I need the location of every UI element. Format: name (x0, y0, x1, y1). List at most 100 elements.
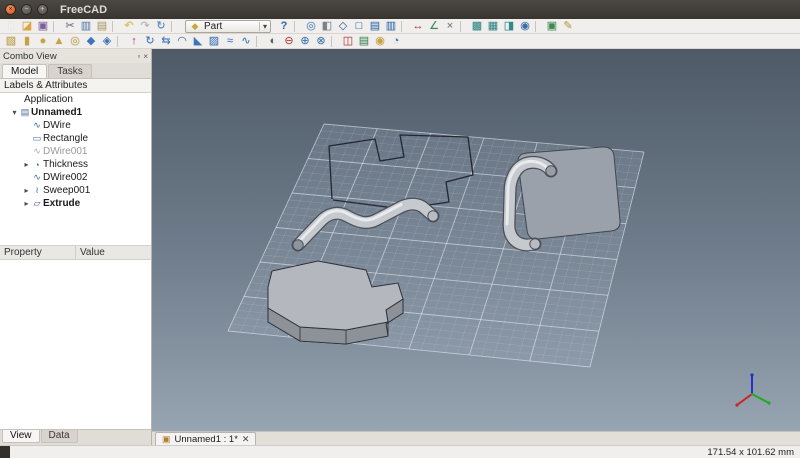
box-icon[interactable]: ▧ (3, 35, 19, 48)
window-maximize-button[interactable]: + (37, 4, 48, 15)
freecad-window: × − + FreeCAD ▯◪▣✂▥▤↶↷↻ ◆ Part ▾ ?◎◧◇□▤▥… (0, 0, 800, 458)
revolve-icon[interactable]: ↻ (142, 35, 158, 48)
tree-item-label: Unnamed1 (31, 107, 82, 118)
property-table-body[interactable] (0, 260, 151, 430)
tree-item-icon: ∿ (31, 172, 43, 183)
scene-inspector-icon[interactable]: ▦ (485, 20, 501, 33)
top-view-icon[interactable]: ▤ (367, 20, 383, 33)
titlebar: × − + FreeCAD (0, 0, 800, 19)
tree-expander-icon[interactable]: ▸ (22, 186, 31, 195)
tab-view[interactable]: View (2, 430, 40, 443)
tab-data[interactable]: Data (41, 430, 78, 443)
cut-icon[interactable]: ✂ (62, 20, 78, 33)
tree-item-icon: ▤ (19, 107, 31, 118)
edit-parameters-icon[interactable]: ✎ (560, 20, 576, 33)
tree-item-label: DWire001 (43, 146, 87, 157)
3d-viewport[interactable] (152, 49, 800, 431)
tree-item[interactable]: ▾ ▤ Unnamed1 (0, 106, 151, 119)
undo-icon[interactable]: ↶ (121, 20, 137, 33)
panel-close-icon[interactable]: × (143, 52, 148, 61)
primitives-icon[interactable]: ◆ (83, 35, 99, 48)
right-view-icon[interactable]: ▥ (383, 20, 399, 33)
open-file-icon[interactable]: ◪ (19, 20, 35, 33)
extrude-icon[interactable]: ↑ (126, 35, 142, 48)
redo-icon[interactable]: ↷ (137, 20, 153, 33)
cone-icon[interactable]: ▲ (51, 35, 67, 48)
document-tab[interactable]: ▣ Unnamed1 : 1* ✕ (155, 432, 256, 445)
sweep-icon[interactable]: ∿ (238, 35, 254, 48)
measure-linear-icon[interactable]: ↔ (410, 20, 426, 33)
tree-item[interactable]: ∿ DWire (0, 119, 151, 132)
tree-item[interactable]: ▸ ▱ Extrude (0, 197, 151, 210)
separator (256, 36, 262, 47)
tree-expander-icon[interactable]: ▸ (22, 160, 31, 169)
tree-item-icon: ▱ (31, 198, 43, 209)
separator (171, 21, 177, 32)
cylinder-icon[interactable]: ▮ (19, 35, 35, 48)
tree-expander-icon[interactable]: ▾ (10, 108, 19, 117)
boolean-common-icon[interactable]: ⊗ (313, 35, 329, 48)
view-data-tabs: View Data (0, 430, 151, 445)
front-view-icon[interactable]: □ (351, 20, 367, 33)
window-close-button[interactable]: × (5, 4, 16, 15)
torus-icon[interactable]: ◎ (67, 35, 83, 48)
tab-model[interactable]: Model (2, 64, 47, 78)
value-column-header[interactable]: Value (76, 246, 151, 259)
isometric-view-icon[interactable]: ◇ (335, 20, 351, 33)
3d-scene[interactable] (152, 49, 800, 431)
save-icon[interactable]: ▣ (35, 20, 51, 33)
stereo-icon[interactable]: ◉ (517, 20, 533, 33)
shape-builder-icon[interactable]: ◈ (99, 35, 115, 48)
refresh-icon[interactable]: ↻ (153, 20, 169, 33)
tab-tasks[interactable]: Tasks (48, 64, 92, 78)
whats-this-icon[interactable]: ? (276, 20, 292, 33)
mirror-icon[interactable]: ⇆ (158, 35, 174, 48)
tree-item-label: DWire (43, 120, 71, 131)
window-minimize-button[interactable]: − (21, 4, 32, 15)
save-image-icon[interactable]: ▣ (544, 20, 560, 33)
texture-icon[interactable]: ▩ (469, 20, 485, 33)
chamfer-icon[interactable]: ◣ (190, 35, 206, 48)
tree-item[interactable]: ▸ ◔ Thickness (0, 158, 151, 171)
clear-measurement-icon[interactable]: × (442, 20, 458, 33)
tree-item-icon: ▭ (31, 133, 43, 144)
thickness-icon[interactable]: ◔ (388, 35, 404, 48)
document-tab-close-icon[interactable]: ✕ (242, 434, 250, 445)
combo-view-tabs: Model Tasks (0, 63, 151, 79)
tree-item[interactable]: Application (0, 93, 151, 106)
tree-expander-icon[interactable]: ▸ (22, 199, 31, 208)
panel-float-icon[interactable]: ▫ (137, 52, 140, 61)
tree-item-icon: ∿ (31, 120, 43, 131)
property-table-header: Property Value (0, 246, 151, 260)
ruled-surface-icon[interactable]: ▨ (206, 35, 222, 48)
tree-item[interactable]: ▭ Rectangle (0, 132, 151, 145)
workbench-selector[interactable]: ◆ Part ▾ (185, 20, 271, 33)
model-tree[interactable]: Application ▾ ▤ Unnamed1 ∿ DWire (0, 93, 151, 246)
boolean-icon[interactable]: ◐ (265, 35, 281, 48)
paste-icon[interactable]: ▤ (94, 20, 110, 33)
new-file-icon[interactable]: ▯ (3, 20, 19, 33)
fillet-icon[interactable]: ◠ (174, 35, 190, 48)
tree-item[interactable]: ∿ DWire002 (0, 171, 151, 184)
boolean-cut-icon[interactable]: ⊖ (281, 35, 297, 48)
tree-item-label: Sweep001 (43, 185, 90, 196)
property-column-header[interactable]: Property (0, 246, 76, 259)
loft-icon[interactable]: ≈ (222, 35, 238, 48)
separator (112, 21, 118, 32)
separator (117, 36, 123, 47)
section-icon[interactable]: ◫ (340, 35, 356, 48)
tree-item[interactable]: ▸ ≀ Sweep001 (0, 184, 151, 197)
fit-all-icon[interactable]: ◎ (303, 20, 319, 33)
cross-sections-icon[interactable]: ▤ (356, 35, 372, 48)
separator (535, 21, 541, 32)
sphere-icon[interactable]: ● (35, 35, 51, 48)
tree-item[interactable]: ∿ DWire001 (0, 145, 151, 158)
draw-style-icon[interactable]: ◧ (319, 20, 335, 33)
statusbar-grip (0, 446, 10, 458)
demo-mode-icon[interactable]: ◨ (501, 20, 517, 33)
boolean-union-icon[interactable]: ⊕ (297, 35, 313, 48)
workbench-icon: ◆ (189, 21, 201, 32)
measure-angular-icon[interactable]: ∠ (426, 20, 442, 33)
offset-icon[interactable]: ◉ (372, 35, 388, 48)
copy-icon[interactable]: ▥ (78, 20, 94, 33)
